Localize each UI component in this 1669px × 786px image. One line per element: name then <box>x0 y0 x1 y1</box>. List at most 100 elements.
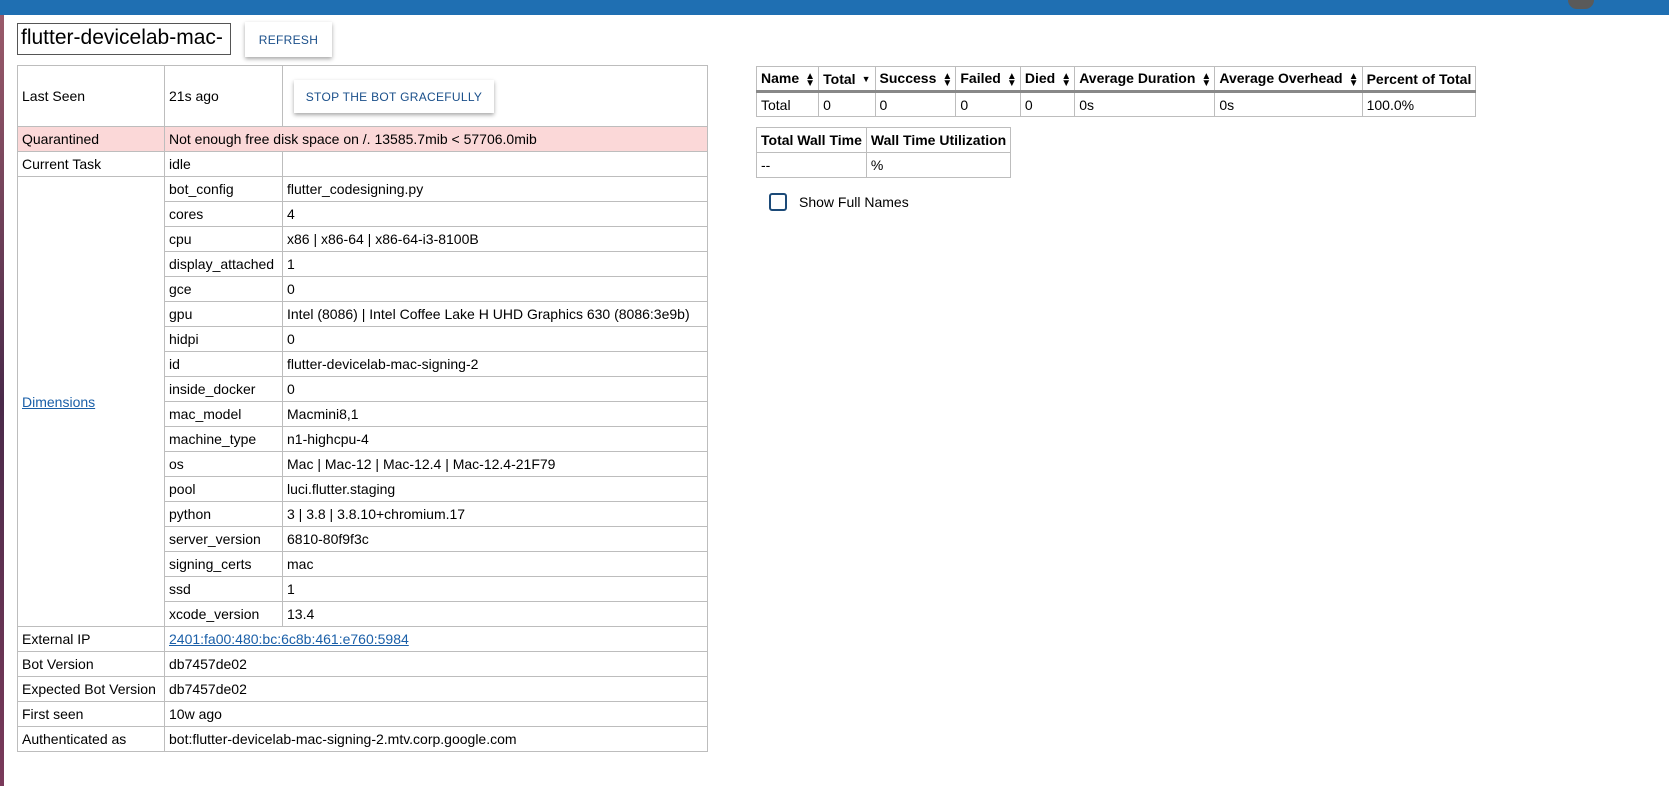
dimension-value: 0 <box>282 326 708 352</box>
stats-header-total[interactable]: Total ▼ <box>818 66 876 93</box>
quarantined-row: Quarantined Not enough free disk space o… <box>17 126 708 152</box>
dimension-value: n1-highcpu-4 <box>282 426 708 452</box>
stats-cell: 0s <box>1074 91 1216 117</box>
bot-version-label: Bot Version <box>17 651 165 677</box>
expected-bot-version-label: Expected Bot Version <box>17 676 165 702</box>
stats-header-failed[interactable]: Failed ▲ ▼ <box>955 66 1021 93</box>
sort-icon[interactable]: ▲ ▼ <box>1061 71 1071 88</box>
external-ip-link[interactable]: 2401:fa00:480:bc:6c8b:461:e760:5984 <box>169 631 409 647</box>
last-seen-row: Last Seen 21s ago STOP THE BOT GRACEFULL… <box>17 65 708 127</box>
bot-version-row: Bot Version db7457de02 <box>17 651 708 677</box>
dimensions-link[interactable]: Dimensions <box>22 394 95 410</box>
dimension-value: flutter_codesigning.py <box>282 176 708 202</box>
dimension-value: Macmini8,1 <box>282 401 708 427</box>
stats-header-percent-of-total: Percent of Total <box>1361 66 1477 93</box>
stats-header-label: Name <box>761 70 800 87</box>
last-seen-label: Last Seen <box>17 65 165 127</box>
expected-bot-version-row: Expected Bot Version db7457de02 <box>17 676 708 702</box>
dimension-value: Intel (8086) | Intel Coffee Lake H UHD G… <box>282 301 708 327</box>
dimension-value: mac <box>282 551 708 577</box>
wall-time-utilization-header: Wall Time Utilization <box>865 127 1012 153</box>
dimension-key: hidpi <box>164 326 283 352</box>
current-task-value: idle <box>164 151 283 177</box>
dimension-key: mac_model <box>164 401 283 427</box>
sort-descending-icon[interactable]: ▼ <box>862 75 871 84</box>
external-ip-row: External IP 2401:fa00:480:bc:6c8b:461:e7… <box>17 626 708 652</box>
sort-icon[interactable]: ▲ ▼ <box>942 71 952 88</box>
stats-header-label: Percent of Total <box>1366 70 1472 87</box>
current-task-empty <box>282 151 708 177</box>
dimension-key: python <box>164 501 283 527</box>
stats-total-row: Total 0 0 0 0 0s 0s 100.0% <box>755 91 1477 117</box>
authenticated-row: Authenticated as bot:flutter-devicelab-m… <box>17 726 708 752</box>
stats-header-average-duration[interactable]: Average Duration ▲ ▼ <box>1074 66 1216 93</box>
stats-cell: 0 <box>1019 91 1076 117</box>
dimension-value: 3 | 3.8 | 3.8.10+chromium.17 <box>282 501 708 527</box>
expected-bot-version-value: db7457de02 <box>164 676 708 702</box>
total-wall-time-header: Total Wall Time <box>756 127 867 153</box>
dimensions-label-cell: Dimensions <box>17 176 165 627</box>
wall-header-row: Total Wall Time Wall Time Utilization <box>756 127 1012 153</box>
bot-id-input[interactable]: flutter-devicelab-mac- <box>17 23 231 55</box>
quarantined-label: Quarantined <box>17 126 165 152</box>
dimension-value: 1 <box>282 576 708 602</box>
authenticated-label: Authenticated as <box>17 726 165 752</box>
dimension-value: 0 <box>282 376 708 402</box>
dimension-key: gce <box>164 276 283 302</box>
bot-details-table: Last Seen 21s ago STOP THE BOT GRACEFULL… <box>17 65 708 752</box>
show-full-names-checkbox[interactable] <box>769 193 787 211</box>
stats-header-label: Died <box>1024 70 1056 87</box>
show-full-names-toggle[interactable]: Show Full Names <box>769 193 909 211</box>
stats-cell: 0s <box>1214 91 1363 117</box>
stop-bot-button[interactable]: STOP THE BOT GRACEFULLY <box>294 79 494 113</box>
wall-value-row: -- % <box>756 152 1012 178</box>
first-seen-row: First seen 10w ago <box>17 701 708 727</box>
dimension-value: 0 <box>282 276 708 302</box>
user-avatar-icon[interactable] <box>1568 0 1594 9</box>
task-stats-table: Name ▲ ▼ Total ▼ Success ▲ ▼ Failed ▲ ▼ Died ▲ ▼ Avera… <box>755 66 1477 117</box>
dimension-key: xcode_version <box>164 601 283 627</box>
dimension-value: 4 <box>282 201 708 227</box>
dimension-key: server_version <box>164 526 283 552</box>
sort-icon[interactable]: ▲ ▼ <box>805 71 815 88</box>
wall-time-utilization-value: % <box>865 152 1012 178</box>
dimension-key: pool <box>164 476 283 502</box>
stats-header-name[interactable]: Name ▲ ▼ <box>755 66 820 93</box>
dimension-key: ssd <box>164 576 283 602</box>
refresh-button[interactable]: REFRESH <box>245 22 332 57</box>
first-seen-value: 10w ago <box>164 701 708 727</box>
stats-header-label: Average Duration <box>1079 70 1196 87</box>
dimension-value: flutter-devicelab-mac-signing-2 <box>282 351 708 377</box>
bot-version-value: db7457de02 <box>164 651 708 677</box>
stats-header-died[interactable]: Died ▲ ▼ <box>1019 66 1076 93</box>
show-full-names-label: Show Full Names <box>799 194 909 210</box>
quarantined-value: Not enough free disk space on /. 13585.7… <box>164 126 708 152</box>
dimension-value: 1 <box>282 251 708 277</box>
stats-cell: 100.0% <box>1361 91 1477 117</box>
stats-cell: Total <box>755 91 820 117</box>
dimension-key: cpu <box>164 226 283 252</box>
dimension-key: inside_docker <box>164 376 283 402</box>
sort-icon[interactable]: ▲ ▼ <box>1201 71 1211 88</box>
dimension-key: bot_config <box>164 176 283 202</box>
top-app-bar <box>0 0 1669 15</box>
wall-time-table: Total Wall Time Wall Time Utilization --… <box>756 127 1012 178</box>
current-task-row: Current Task idle <box>17 151 708 177</box>
dimension-value: x86 | x86-64 | x86-64-i3-8100B <box>282 226 708 252</box>
external-ip-label: External IP <box>17 626 165 652</box>
dimension-row: Dimensions bot_config flutter_codesigning.… <box>17 176 708 627</box>
stats-header-average-overhead[interactable]: Average Overhead ▲ ▼ <box>1214 66 1363 93</box>
dimension-value: Mac | Mac-12 | Mac-12.4 | Mac-12.4-21F79 <box>282 451 708 477</box>
dimension-value: luci.flutter.staging <box>282 476 708 502</box>
sort-icon[interactable]: ▲ ▼ <box>1349 71 1359 88</box>
stats-header-success[interactable]: Success ▲ ▼ <box>874 66 957 93</box>
dimension-value: 13.4 <box>282 601 708 627</box>
first-seen-label: First seen <box>17 701 165 727</box>
sort-icon[interactable]: ▲ ▼ <box>1007 71 1017 88</box>
stats-cell: 0 <box>955 91 1021 117</box>
dimension-key: display_attached <box>164 251 283 277</box>
stats-header-label: Average Overhead <box>1219 70 1343 87</box>
stats-cell: 0 <box>818 91 876 117</box>
current-task-label: Current Task <box>17 151 165 177</box>
stop-bot-cell: STOP THE BOT GRACEFULLY <box>282 65 708 127</box>
